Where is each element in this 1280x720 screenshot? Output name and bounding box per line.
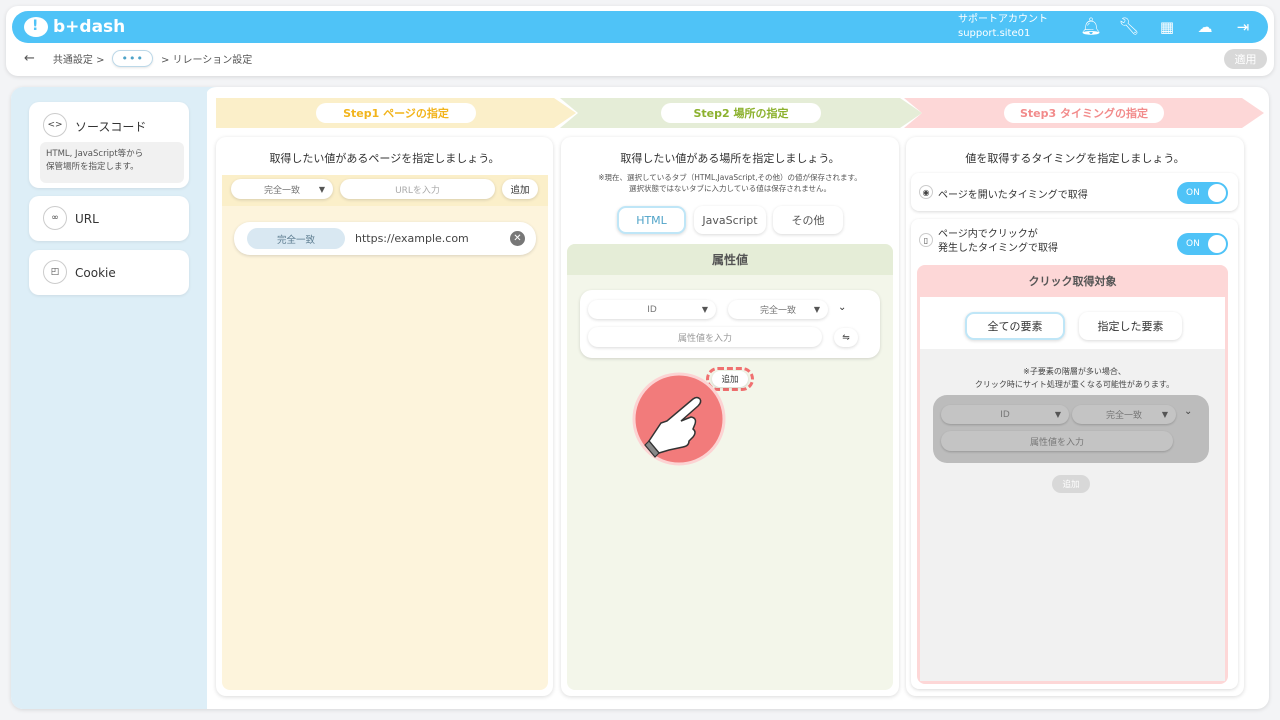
- step2-banner: Step2 場所の指定: [560, 98, 922, 128]
- attribute-row-disabled: ID ▼ 完全一致 ▼ ⌄ 属性値を入力: [933, 395, 1209, 463]
- window-icon: ◰: [43, 260, 67, 284]
- chevron-down-icon: ▼: [1161, 410, 1168, 419]
- account-site: support.site01: [958, 28, 1031, 39]
- desc-line: HTML, JavaScript等から: [46, 149, 144, 159]
- breadcrumb-relation-settings: > リレーション設定: [160, 55, 253, 66]
- link-icon: ∞: [43, 206, 67, 230]
- match-type-select[interactable]: 完全一致 ▼: [231, 179, 333, 199]
- grid-icon[interactable]: ▦: [1154, 14, 1180, 40]
- timing-option-label: ページ内でクリックが発生したタイミングで取得: [938, 228, 1058, 256]
- mouse-icon: ▯: [919, 233, 933, 247]
- tab-specified-elements[interactable]: 指定した要素: [1079, 312, 1182, 340]
- apply-button[interactable]: 適用: [1224, 49, 1267, 69]
- click-target-note: ※子要素の階層が多い場合、クリック時にサイト処理が重くなる可能性があります。: [911, 365, 1238, 391]
- note-line: クリック時にサイト処理が重くなる可能性があります。: [974, 380, 1175, 389]
- step1-label: Step1 ページの指定: [316, 103, 476, 123]
- chevron-down-icon: ▼: [701, 305, 708, 314]
- expand-chevron-icon[interactable]: ⌄: [1184, 406, 1192, 417]
- attribute-type-value: ID: [1000, 409, 1010, 420]
- attribute-row: ID ▼ 完全一致 ▼ ⌄ 属性値を入力 ⇋: [580, 290, 880, 358]
- desc-line: 保管場所を指定します。: [46, 162, 139, 172]
- attribute-type-select[interactable]: ID ▼: [588, 300, 716, 319]
- step1-list-area: [222, 206, 548, 690]
- breadcrumb-more-button[interactable]: •••: [112, 50, 153, 67]
- step3-title: 値を取得するタイミングを指定しましょう。: [965, 152, 1185, 165]
- sidebar-item-description: HTML, JavaScript等から 保管場所を指定します。: [40, 142, 184, 183]
- attribute-value-placeholder: 属性値を入力: [677, 333, 732, 344]
- help-face-icon[interactable]: ☁: [1192, 14, 1218, 40]
- note-line: 選択状態ではないタブに入力している値は保存されません。: [628, 184, 832, 193]
- sidebar-item-cookie[interactable]: ◰ Cookie: [29, 250, 189, 295]
- tab-all-elements[interactable]: 全ての要素: [965, 312, 1065, 340]
- bell-icon[interactable]: 🔔︎: [1078, 14, 1104, 40]
- tab-html[interactable]: HTML: [617, 206, 686, 234]
- step3-label: Step3 タイミングの指定: [1004, 103, 1164, 123]
- top-bar: b+dash サポートアカウント support.site01 🔔︎ 🔧︎ ▦ ☁…: [12, 11, 1268, 43]
- logo[interactable]: b+dash: [24, 17, 125, 37]
- tab-other[interactable]: その他: [773, 206, 843, 234]
- attribute-value-input[interactable]: 属性値を入力: [941, 431, 1173, 451]
- timing-option-label: ページを開いたタイミングで取得: [938, 190, 1088, 201]
- step3-banner: Step3 タイミングの指定: [904, 98, 1264, 128]
- sidebar-item-url[interactable]: ∞ URL: [29, 196, 189, 241]
- match-type-select[interactable]: 完全一致 ▼: [1072, 405, 1176, 424]
- toggle-click[interactable]: ON: [1177, 233, 1228, 255]
- expand-chevron-icon[interactable]: ⌄: [838, 302, 846, 313]
- match-type-select[interactable]: 完全一致 ▼: [728, 300, 828, 319]
- breadcrumb: ← 共通設定 > ••• > リレーション設定: [24, 50, 252, 67]
- eye-icon: ◉: [919, 185, 933, 199]
- logo-text: b+dash: [53, 17, 126, 37]
- toggle-page-open[interactable]: ON: [1177, 182, 1228, 204]
- step2-note: ※現在、選択しているタブ（HTML,JavaScript,その他）の値が保存され…: [561, 172, 899, 194]
- logo-mark-icon: [24, 17, 48, 37]
- url-row-match[interactable]: 完全一致: [247, 228, 345, 249]
- attribute-type-value: ID: [647, 304, 657, 315]
- sidebar-item-label: URL: [75, 212, 99, 226]
- attribute-section-title: 属性値: [567, 244, 893, 275]
- step1-title: 取得したい値があるページを指定しましょう。: [269, 152, 500, 165]
- wrench-icon[interactable]: 🔧︎: [1116, 14, 1142, 40]
- note-line: ※子要素の階層が多い場合、: [1023, 367, 1126, 376]
- step2-label: Step2 場所の指定: [661, 103, 821, 123]
- chevron-down-icon: ▼: [813, 305, 820, 314]
- match-type-value: 完全一致: [759, 306, 796, 316]
- sidebar-item-label: ソースコード: [75, 120, 147, 134]
- option-line: 発生したタイミングで取得: [938, 243, 1058, 254]
- url-placeholder: URLを入力: [395, 185, 440, 196]
- step1-card: 取得したい値があるページを指定しましょう。 完全一致 ▼ URLを入力 追加 完全…: [216, 137, 553, 696]
- timing-option-click: ▯ ページ内でクリックが発生したタイミングで取得 クリック取得対象 ※子要素の階…: [911, 219, 1238, 689]
- pointing-hand-icon: [632, 372, 726, 466]
- collapse-icon[interactable]: ⇋: [834, 328, 858, 347]
- step2-title: 取得したい値がある場所を指定しましょう。: [620, 152, 840, 165]
- attribute-type-select[interactable]: ID ▼: [941, 405, 1069, 424]
- remove-icon[interactable]: ✕: [510, 231, 525, 246]
- step3-card: 値を取得するタイミングを指定しましょう。 ◉ ページを開いたタイミングで取得 ▯…: [906, 137, 1244, 696]
- logout-icon[interactable]: ⇥: [1230, 14, 1256, 40]
- breadcrumb-common-settings[interactable]: 共通設定 >: [53, 51, 105, 66]
- match-type-value: 完全一致: [1105, 411, 1142, 421]
- chevron-down-icon: ▼: [318, 184, 325, 194]
- tab-javascript[interactable]: JavaScript: [694, 206, 766, 234]
- code-icon: <>: [43, 113, 67, 137]
- click-target-title: クリック取得対象: [917, 265, 1228, 297]
- match-type-value: 完全一致: [263, 185, 300, 196]
- account-name: サポートアカウント: [958, 14, 1048, 25]
- sidebar-item-source-code[interactable]: <> ソースコード HTML, JavaScript等から 保管場所を指定します。: [29, 102, 189, 188]
- add-url-button[interactable]: 追加: [502, 179, 538, 199]
- option-line: ページ内でクリックが: [938, 229, 1038, 240]
- url-row-value[interactable]: https://example.com: [355, 232, 469, 245]
- attribute-value-placeholder: 属性値を入力: [1029, 437, 1084, 448]
- url-input[interactable]: URLを入力: [340, 179, 495, 199]
- url-row: 完全一致 https://example.com ✕: [234, 222, 536, 255]
- sidebar-item-label: Cookie: [75, 266, 116, 280]
- attribute-value-input[interactable]: 属性値を入力: [588, 327, 822, 347]
- step1-banner: Step1 ページの指定: [216, 98, 576, 128]
- note-line: ※現在、選択しているタブ（HTML,JavaScript,その他）の値が保存され…: [598, 173, 862, 182]
- add-attribute-button[interactable]: 追加: [1052, 475, 1090, 493]
- back-arrow-icon[interactable]: ←: [24, 51, 35, 66]
- chevron-down-icon: ▼: [1054, 410, 1061, 419]
- account-info[interactable]: サポートアカウント support.site01: [958, 13, 1048, 41]
